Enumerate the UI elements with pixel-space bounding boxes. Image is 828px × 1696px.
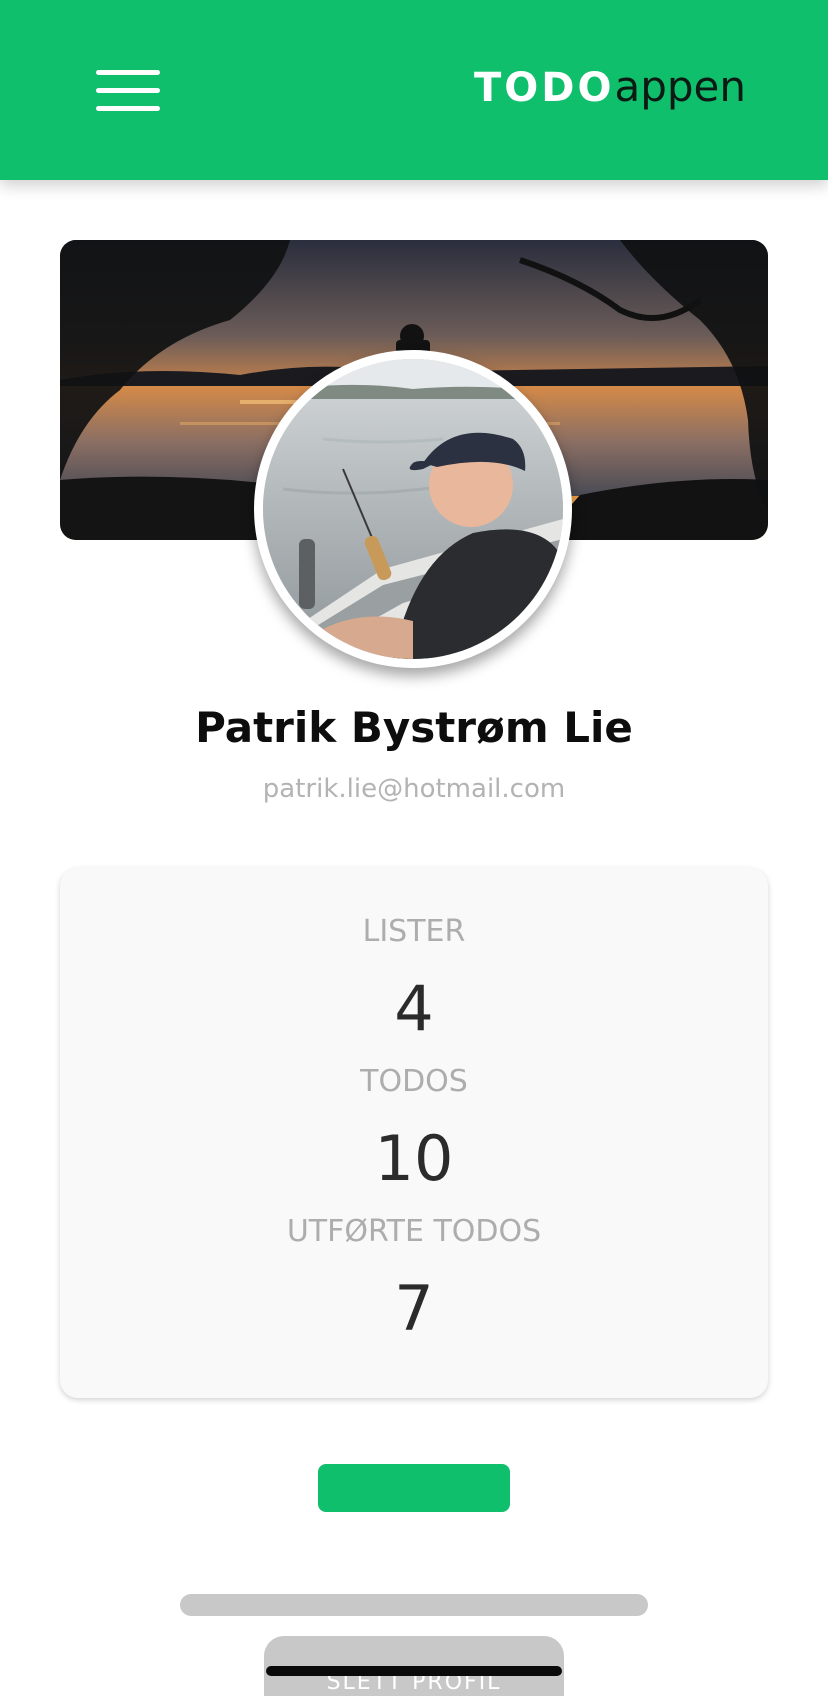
- menu-line: [96, 106, 160, 111]
- app-logo[interactable]: TODO appen: [474, 62, 746, 122]
- stat-value-todos: 10: [374, 1122, 454, 1195]
- hamburger-menu-icon[interactable]: [96, 68, 160, 114]
- home-indicator[interactable]: [266, 1666, 562, 1676]
- stat-label-completed-todos: UTFØRTE TODOS: [286, 1214, 542, 1249]
- stat-value-lister: 4: [394, 972, 434, 1045]
- menu-line: [96, 88, 160, 93]
- profile-avatar[interactable]: [254, 350, 572, 668]
- stat-label-lister: LISTER: [362, 914, 466, 949]
- loading-placeholder-bar: [180, 1594, 648, 1616]
- menu-line: [96, 70, 160, 75]
- edit-profile-button[interactable]: [318, 1464, 510, 1512]
- app-header: TODO appen: [0, 0, 828, 180]
- logo-bold-text: TODO: [473, 65, 615, 111]
- logo-light-text: appen: [614, 62, 746, 111]
- stats-card: LISTER 4 TODOS 10 UTFØRTE TODOS 7: [60, 868, 768, 1398]
- stat-value-completed-todos: 7: [394, 1272, 434, 1345]
- profile-name: Patrik Bystrøm Lie: [195, 703, 633, 752]
- stat-label-todos: TODOS: [360, 1064, 468, 1099]
- profile-email: patrik.lie@hotmail.com: [262, 774, 566, 804]
